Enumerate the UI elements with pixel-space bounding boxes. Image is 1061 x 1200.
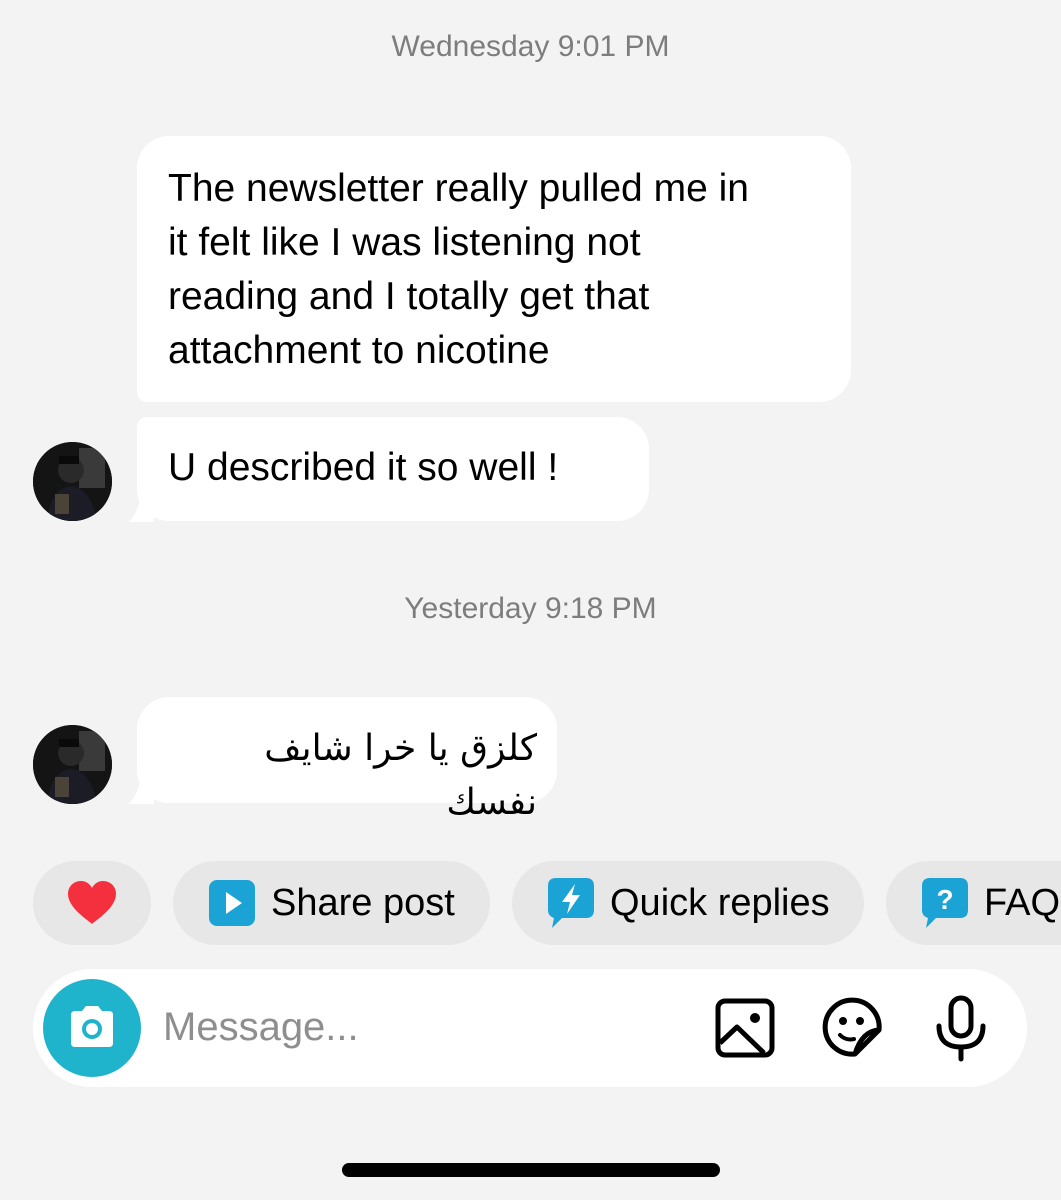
message-text: كلزق يا خرا شايف نفسك [264, 728, 537, 823]
avatar-photo [33, 725, 112, 804]
camera-icon [71, 1006, 113, 1047]
faqs-button[interactable]: ? FAQs [886, 861, 1061, 945]
message-composer [33, 969, 1027, 1087]
timestamp: Yesterday 9:18 PM [404, 592, 657, 625]
message-bubble[interactable]: كلزق يا خرا شايف نفسك [137, 697, 557, 823]
svg-text:?: ? [936, 884, 953, 915]
sticker-icon [822, 997, 882, 1057]
quick-replies-button[interactable]: Quick replies [512, 861, 864, 945]
message-text: U described it so well ! [168, 446, 559, 489]
avatar-photo [33, 442, 112, 521]
message-bubble[interactable]: U described it so well ! [137, 417, 649, 521]
share-post-label: Share post [271, 881, 455, 924]
message-line: The newsletter really pulled me in [168, 167, 749, 210]
message-line: it felt like I was listening not [168, 221, 641, 264]
camera-button[interactable] [43, 979, 141, 1077]
avatar[interactable] [33, 442, 112, 521]
microphone-icon [936, 995, 986, 1062]
heart-icon [68, 881, 116, 924]
home-indicator[interactable] [342, 1163, 720, 1177]
lightning-bubble-icon [548, 878, 594, 928]
message-input[interactable] [163, 997, 683, 1057]
heart-reaction-button[interactable] [33, 861, 151, 945]
share-post-button[interactable]: Share post [173, 861, 490, 945]
gallery-button[interactable] [710, 993, 780, 1063]
sticker-button[interactable] [818, 993, 888, 1063]
message-line: reading and I totally get that [168, 275, 650, 318]
microphone-button[interactable] [926, 993, 996, 1063]
message-line: attachment to nicotine [168, 329, 550, 372]
gallery-icon [715, 998, 775, 1058]
avatar[interactable] [33, 725, 112, 804]
play-square-icon [209, 880, 255, 926]
timestamp: Wednesday 9:01 PM [391, 30, 670, 63]
message-bubble[interactable]: The newsletter really pulled me in it fe… [137, 136, 851, 402]
question-bubble-icon: ? [922, 878, 968, 928]
quick-replies-label: Quick replies [610, 881, 830, 924]
faqs-label: FAQs [984, 881, 1061, 924]
